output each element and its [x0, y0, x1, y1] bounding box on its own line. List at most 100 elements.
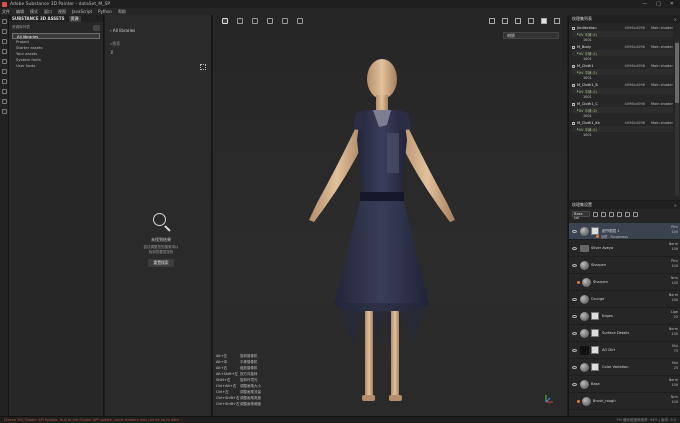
breadcrumb[interactable]: ‹ All libraries — [110, 28, 135, 33]
picker-icon[interactable] — [2, 89, 7, 94]
add-fill-layer-icon[interactable] — [609, 211, 614, 217]
axis-gizmo-icon — [545, 395, 553, 403]
eye-icon[interactable] — [572, 314, 577, 318]
eye-icon[interactable] — [572, 229, 577, 233]
maximize-icon[interactable]: □ — [656, 1, 661, 7]
menu-python[interactable]: Python — [98, 9, 112, 14]
texture-set-scrollbar[interactable] — [675, 41, 679, 196]
uv-tile-number[interactable]: 1001 — [572, 37, 673, 43]
eye-icon[interactable] — [572, 348, 577, 352]
add-mask-icon[interactable] — [601, 211, 606, 217]
tab-resources[interactable]: 资源 — [68, 15, 81, 22]
scrollbar-thumb[interactable] — [675, 43, 679, 103]
layer-mask-thumbnail[interactable] — [591, 346, 599, 354]
layer-mask-thumbnail[interactable] — [591, 329, 599, 337]
layer-blend[interactable]: Norm 100 — [669, 293, 678, 302]
tab-substance-assets[interactable]: SUBSTANCE 3D ASSETS — [12, 16, 65, 21]
filter-icon[interactable]: ⊻ — [110, 50, 116, 56]
fill-icon[interactable] — [2, 79, 7, 84]
layer-row[interactable]: Base Norm 100 — [569, 376, 680, 393]
layer-row[interactable]: Brush_rough Nrm 100 — [569, 393, 680, 410]
eye-icon[interactable] — [572, 331, 577, 335]
layer-row[interactable]: Silver Aveya Norm 100 — [569, 240, 680, 257]
layer-row[interactable]: 细节图层 1 Pthr 100 滤镜 - Roughness — [569, 223, 680, 240]
empty-search-state: 未找到结果 尝试调整您的搜索词以 找到您要查找的 重置搜索 — [135, 212, 187, 267]
channel-blend-select[interactable]: Base col — [572, 211, 590, 220]
menu-help[interactable]: 帮助 — [118, 9, 126, 15]
layer-sub-filter[interactable]: 滤镜 - Roughness — [596, 234, 628, 239]
layer-row[interactable]: Edges Lige 25 — [569, 308, 680, 325]
eye-icon[interactable] — [572, 246, 577, 250]
uv-tile-number[interactable]: 1001 — [572, 56, 673, 62]
layer-row[interactable]: Sharpen Pthr 100 — [569, 257, 680, 274]
layer-blend[interactable]: Lige 25 — [671, 310, 678, 319]
layer-blend[interactable]: Nrm 100 — [671, 276, 678, 285]
uv-tile-number[interactable]: 1001 — [572, 132, 673, 138]
layer-blend[interactable]: Mul 25 — [672, 361, 678, 370]
eye-icon[interactable] — [572, 263, 577, 267]
layer-blend[interactable]: Nrm 100 — [671, 395, 678, 404]
layer-row[interactable]: AO Dirt Mul 75 — [569, 342, 680, 359]
layer-row[interactable]: Color Variation Mul 25 — [569, 359, 680, 376]
add-effect-icon[interactable] — [593, 211, 598, 217]
library-list: All libraries Project Starter assets You… — [9, 33, 103, 69]
layer-mask-thumbnail[interactable] — [591, 363, 599, 371]
checkbox[interactable] — [572, 83, 575, 87]
reset-search-button[interactable]: 重置搜索 — [148, 259, 174, 267]
add-paint-layer-icon[interactable] — [617, 211, 622, 217]
library-item-user-fonts[interactable]: User fonts — [12, 63, 100, 69]
layer-blend[interactable]: Pthr 100 — [671, 259, 678, 268]
delete-layer-icon[interactable] — [633, 211, 638, 217]
close-icon[interactable]: ✕ — [670, 1, 674, 7]
menu-javascript[interactable]: JavaScript — [72, 9, 92, 14]
close-panel-icon[interactable]: ✕ — [674, 203, 677, 208]
add-folder-icon[interactable] — [625, 211, 630, 217]
checkbox[interactable] — [572, 45, 575, 49]
menu-edit[interactable]: 编辑 — [16, 9, 24, 15]
uv-tile-number[interactable]: 1001 — [572, 75, 673, 81]
projection-icon[interactable] — [2, 39, 7, 44]
menu-window[interactable]: 窗口 — [44, 9, 52, 15]
checkbox[interactable] — [572, 102, 575, 106]
layer-row[interactable]: Sharpen Nrm 100 — [569, 274, 680, 291]
close-panel-icon[interactable]: ✕ — [674, 17, 677, 22]
layer-row[interactable]: Surface Details Norm 100 — [569, 325, 680, 342]
checkbox[interactable] — [572, 64, 575, 68]
shortcut-hints: Alt+左 旋转摄像机 Alt+中 平移摄像机 Alt+右 缩放摄像机 Alt+Shi… — [216, 353, 261, 407]
clone-icon[interactable] — [2, 69, 7, 74]
uv-tile-number[interactable]: 1001 — [572, 113, 673, 119]
uv-tile-number[interactable]: 1001 — [572, 94, 673, 100]
camera-icon[interactable] — [2, 99, 7, 104]
eye-icon[interactable] — [572, 365, 577, 369]
smudge-icon[interactable] — [2, 59, 7, 64]
minimize-icon[interactable]: — — [642, 1, 647, 7]
layer-thumbnail — [580, 226, 589, 236]
eye-icon[interactable] — [572, 382, 577, 386]
3d-viewport[interactable]: 材质 Alt+左 旋转摄像机 Alt+中 平移摄像机 Alt+右 缩放摄像机 A… — [213, 15, 567, 416]
layer-blend[interactable]: Norm 100 — [669, 378, 678, 387]
layer-blend[interactable]: Mul 75 — [672, 344, 678, 353]
menu-file[interactable]: 文件 — [2, 9, 10, 15]
geometry-mask-icon[interactable] — [2, 49, 7, 54]
menu-mode[interactable]: 模式 — [30, 9, 38, 15]
status-message[interactable]: [Scene 3D] Shader API Update: Due to the… — [4, 418, 183, 422]
library-settings-button[interactable] — [93, 24, 100, 31]
menu-view[interactable]: 视图 — [58, 9, 66, 15]
layer-blend[interactable]: Norm 100 — [669, 327, 678, 336]
checkbox[interactable] — [572, 121, 575, 125]
layer-mask-thumbnail[interactable] — [591, 312, 599, 320]
search-input[interactable]: ⌕ 搜索 — [110, 40, 206, 47]
sample-icon[interactable] — [2, 109, 7, 114]
layer-blend[interactable]: Pthr 100 — [671, 225, 678, 234]
eraser-icon[interactable] — [2, 29, 7, 34]
paint-brush-icon[interactable] — [2, 19, 7, 24]
texture-set-list-title: 纹理集列表 — [572, 16, 592, 21]
library-list-title: 资源库列表 — [12, 25, 30, 29]
grid-view-icon[interactable] — [200, 64, 206, 70]
checkbox[interactable] — [572, 26, 575, 30]
layer-blend[interactable]: Norm 100 — [669, 242, 678, 251]
title-bar: Adobe Substance 3D Painter - dataSet_M_S… — [0, 0, 680, 8]
app-logo-icon — [2, 1, 7, 7]
layer-row[interactable]: Grunge Norm 100 — [569, 291, 680, 308]
eye-icon[interactable] — [572, 297, 577, 301]
